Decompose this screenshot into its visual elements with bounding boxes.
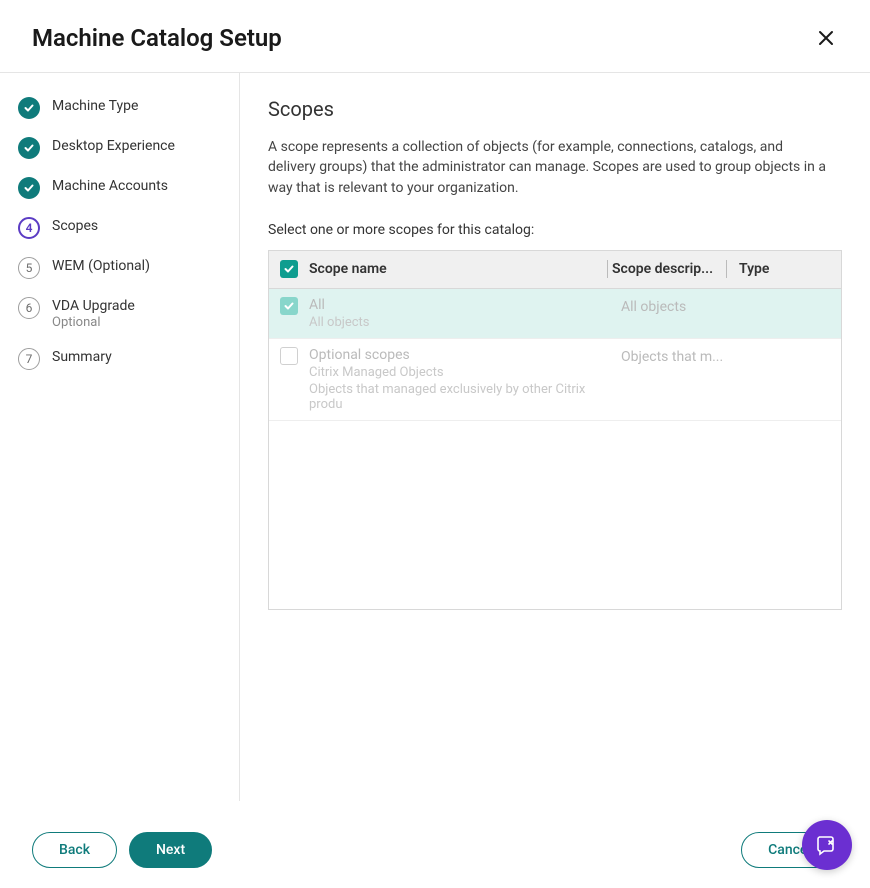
step-desktop-experience[interactable]: Desktop Experience <box>18 137 219 159</box>
check-icon <box>23 182 35 194</box>
wizard-header: Machine Catalog Setup <box>0 0 870 73</box>
step-vda-upgrade[interactable]: 6 VDA Upgrade Optional <box>18 297 219 330</box>
scope-description: All objects <box>621 297 731 315</box>
wizard-main: Scopes A scope represents a collection o… <box>240 73 870 801</box>
check-icon <box>283 300 295 312</box>
col-header-desc[interactable]: Scope descrip... <box>612 261 722 277</box>
step-summary[interactable]: 7 Summary <box>18 348 219 370</box>
step-wem[interactable]: 5 WEM (Optional) <box>18 257 219 279</box>
check-icon <box>23 102 35 114</box>
scope-subtext: Citrix Managed Objects <box>309 365 613 380</box>
help-icon <box>815 833 839 857</box>
table-header: Scope name Scope descrip... Type <box>269 251 841 289</box>
row-checkbox[interactable] <box>280 297 298 315</box>
step-status-icon: 7 <box>18 348 40 370</box>
step-status-icon: 6 <box>18 297 40 319</box>
step-machine-accounts[interactable]: Machine Accounts <box>18 177 219 199</box>
step-label: Scopes <box>52 218 98 234</box>
step-label: Machine Type <box>52 98 138 114</box>
close-icon <box>816 28 836 48</box>
help-fab[interactable] <box>802 820 852 870</box>
step-machine-type[interactable]: Machine Type <box>18 97 219 119</box>
column-separator[interactable] <box>607 260 608 278</box>
close-button[interactable] <box>814 26 838 50</box>
scope-subtext: All objects <box>309 315 613 330</box>
step-label: VDA Upgrade <box>52 298 135 314</box>
step-label: Machine Accounts <box>52 178 168 194</box>
step-status-icon <box>18 97 40 119</box>
step-status-icon <box>18 177 40 199</box>
table-row[interactable]: All All objects All objects <box>269 289 841 339</box>
step-status-icon: 4 <box>18 217 40 239</box>
back-button[interactable]: Back <box>32 832 117 868</box>
step-label: Summary <box>52 349 112 365</box>
wizard-title: Machine Catalog Setup <box>32 24 282 52</box>
scope-name: All <box>309 297 613 313</box>
wizard-footer: Back Next Cancel <box>0 812 870 888</box>
step-label: WEM (Optional) <box>52 258 150 274</box>
scope-description: Objects that m... <box>621 347 731 365</box>
page-description: A scope represents a collection of objec… <box>268 137 828 198</box>
page-title: Scopes <box>268 97 842 121</box>
scopes-table: Scope name Scope descrip... Type All All… <box>268 250 842 610</box>
check-icon <box>283 263 295 275</box>
col-header-name[interactable]: Scope name <box>309 261 603 277</box>
step-status-icon <box>18 137 40 159</box>
wizard-body: Machine Type Desktop Experience Machine … <box>0 73 870 801</box>
scope-subtext: Objects that managed exclusively by othe… <box>309 382 613 412</box>
select-scopes-label: Select one or more scopes for this catal… <box>268 222 842 238</box>
step-status-icon: 5 <box>18 257 40 279</box>
select-all-checkbox[interactable] <box>280 260 298 278</box>
next-button[interactable]: Next <box>129 832 212 868</box>
step-label: Desktop Experience <box>52 138 175 154</box>
wizard-sidebar: Machine Type Desktop Experience Machine … <box>0 73 240 801</box>
table-row[interactable]: Optional scopes Citrix Managed Objects O… <box>269 339 841 421</box>
column-separator[interactable] <box>726 260 727 278</box>
check-icon <box>23 142 35 154</box>
row-checkbox[interactable] <box>280 347 298 365</box>
scope-name: Optional scopes <box>309 347 613 363</box>
col-header-type[interactable]: Type <box>731 261 841 277</box>
step-scopes[interactable]: 4 Scopes <box>18 217 219 239</box>
step-sublabel: Optional <box>52 315 135 330</box>
